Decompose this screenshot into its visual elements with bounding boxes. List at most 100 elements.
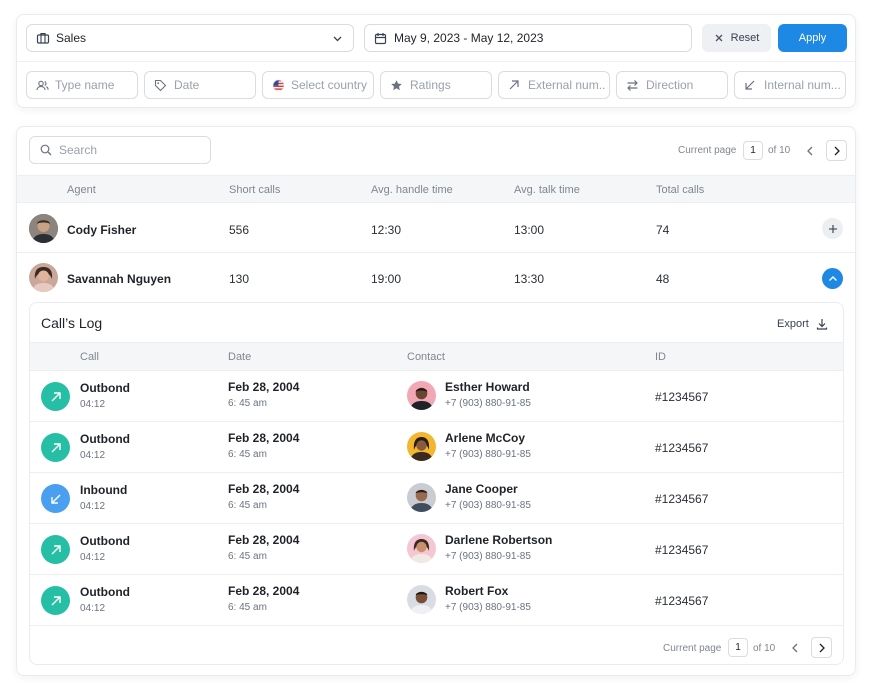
calls-log-header: Call Date Contact ID	[30, 342, 843, 371]
agent-row[interactable]: Savannah Nguyen 130 19:00 13:30 48	[17, 253, 855, 303]
call-duration: 04:12	[80, 501, 106, 512]
page-number-input[interactable]: 1	[728, 638, 748, 657]
agents-table-card: Search Current page 1 of 10 Agent Short …	[16, 126, 856, 676]
outbound-call-icon	[41, 586, 70, 615]
arrow-up-right-icon	[508, 79, 520, 91]
call-type: Inbound	[80, 483, 128, 497]
page-total-label: of 10	[768, 145, 791, 156]
inbound-call-icon	[41, 484, 70, 513]
talk-time-value: 13:00	[514, 223, 545, 237]
reset-button[interactable]: Reset	[702, 24, 771, 52]
avatar	[29, 263, 58, 292]
outbound-call-icon	[41, 382, 70, 411]
call-date: Feb 28, 2004	[228, 380, 300, 394]
department-value: Sales	[56, 31, 87, 45]
filter-panel: Sales May 9, 2023 - May 12, 2023 Reset A…	[16, 14, 856, 108]
arrow-down-left-icon	[744, 79, 756, 91]
agent-name: Cody Fisher	[67, 223, 137, 237]
col-agent: Agent	[67, 184, 96, 196]
date-range-picker[interactable]: May 9, 2023 - May 12, 2023	[364, 24, 692, 52]
call-time: 6: 45 am	[228, 602, 267, 613]
department-select[interactable]: Sales	[26, 24, 354, 52]
calls-log-title: Call’s Log	[41, 315, 103, 331]
external-number-field[interactable]: External num..	[498, 71, 610, 99]
short-calls-value: 130	[229, 272, 250, 286]
contact-phone: +7 (903) 880-91-85	[445, 500, 531, 511]
avatar	[407, 432, 436, 461]
export-button[interactable]: Export	[777, 318, 828, 330]
close-icon	[714, 33, 724, 43]
call-type: Outbond	[80, 585, 130, 599]
total-calls-value: 74	[656, 223, 670, 237]
col-total-calls: Total calls	[656, 184, 705, 196]
page-total-label: of 10	[753, 643, 776, 654]
expand-row-button[interactable]	[822, 218, 843, 239]
short-calls-value: 556	[229, 223, 250, 237]
call-log-row[interactable]: Outbond 04:12 Feb 28, 2004 6: 45 am Darl…	[30, 524, 843, 575]
search-input[interactable]: Search	[29, 136, 211, 164]
col-id: ID	[655, 351, 666, 363]
calendar-icon	[374, 32, 387, 45]
contact-phone: +7 (903) 880-91-85	[445, 602, 531, 613]
call-id: #1234567	[655, 441, 709, 455]
call-time: 6: 45 am	[228, 398, 267, 409]
call-log-row[interactable]: Inbound 04:12 Feb 28, 2004 6: 45 am Jane…	[30, 473, 843, 524]
outbound-call-icon	[41, 535, 70, 564]
call-date: Feb 28, 2004	[228, 533, 300, 547]
direction-field[interactable]: Direction	[616, 71, 728, 99]
call-time: 6: 45 am	[228, 449, 267, 460]
contact-name: Jane Cooper	[445, 482, 518, 496]
call-id: #1234567	[655, 492, 709, 506]
col-call: Call	[80, 351, 99, 363]
agents-table-header: Agent Short calls Avg. handle time Avg. …	[17, 175, 855, 203]
call-id: #1234567	[655, 594, 709, 608]
call-id: #1234567	[655, 390, 709, 404]
contact-phone: +7 (903) 880-91-85	[445, 398, 531, 409]
page-number-input[interactable]: 1	[743, 141, 763, 160]
call-log-row[interactable]: Outbond 04:12 Feb 28, 2004 6: 45 am Robe…	[30, 575, 843, 626]
ratings-field[interactable]: Ratings	[380, 71, 492, 99]
call-duration: 04:12	[80, 603, 106, 614]
us-flag-icon	[272, 79, 285, 92]
download-icon	[816, 319, 827, 330]
outbound-call-icon	[41, 433, 70, 462]
contact-phone: +7 (903) 880-91-85	[445, 449, 531, 460]
country-select[interactable]: Select country	[262, 71, 374, 99]
type-name-field[interactable]: Type name	[26, 71, 138, 99]
date-field[interactable]: Date	[144, 71, 256, 99]
call-date: Feb 28, 2004	[228, 482, 300, 496]
call-date: Feb 28, 2004	[228, 584, 300, 598]
prev-page-button[interactable]	[785, 638, 805, 658]
briefcase-icon	[36, 31, 50, 45]
country-placeholder: Select country	[291, 78, 368, 92]
next-page-button[interactable]	[826, 140, 847, 161]
agent-name: Savannah Nguyen	[67, 272, 172, 286]
internal-number-field[interactable]: Internal num...	[734, 71, 846, 99]
next-page-button[interactable]	[811, 637, 832, 658]
direction-placeholder: Direction	[646, 78, 694, 92]
avatar	[407, 483, 436, 512]
collapse-row-button[interactable]	[822, 268, 843, 289]
search-placeholder: Search	[59, 143, 98, 157]
type-name-placeholder: Type name	[55, 78, 115, 92]
apply-button[interactable]: Apply	[778, 24, 847, 52]
call-log-row[interactable]: Outbond 04:12 Feb 28, 2004 6: 45 am Arle…	[30, 422, 843, 473]
calls-log-panel: Call’s Log Export Call Date Contact ID O…	[29, 302, 844, 665]
current-page-label: Current page	[663, 643, 722, 654]
call-duration: 04:12	[80, 552, 106, 563]
col-handle-time: Avg. handle time	[371, 184, 453, 196]
talk-time-value: 13:30	[514, 272, 545, 286]
chevron-up-icon	[828, 275, 837, 281]
search-icon	[40, 144, 52, 156]
contact-name: Robert Fox	[445, 584, 509, 598]
call-type: Outbond	[80, 534, 130, 548]
agent-row[interactable]: Cody Fisher 556 12:30 13:00 74	[17, 203, 855, 253]
avatar	[29, 214, 58, 243]
swap-arrows-icon	[626, 79, 639, 92]
reset-label: Reset	[730, 32, 760, 44]
prev-page-button[interactable]	[800, 141, 820, 161]
external-number-placeholder: External num..	[528, 78, 606, 92]
call-duration: 04:12	[80, 399, 106, 410]
call-log-row[interactable]: Outbond 04:12 Feb 28, 2004 6: 45 am Esth…	[30, 371, 843, 422]
star-icon	[390, 79, 403, 92]
